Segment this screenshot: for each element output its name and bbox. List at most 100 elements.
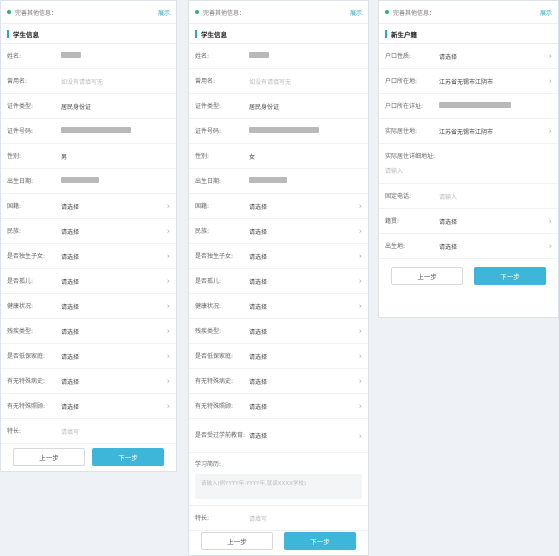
form-row[interactable]: 证件类型: 居民身份证	[189, 94, 368, 119]
form-row[interactable]: 性别: 女	[189, 144, 368, 169]
field-value[interactable]: 请选择	[61, 252, 79, 261]
form-row[interactable]: 是否独生子女: 请选择 ›	[189, 244, 368, 269]
field-value[interactable]: 女	[249, 152, 255, 161]
form-row[interactable]: 曾用名: 如没有请填写无	[189, 69, 368, 94]
field-label: 证件类型:	[195, 102, 222, 110]
expand-link[interactable]: 展示	[158, 8, 170, 17]
form-row[interactable]: 健康状况: 请选择 ›	[1, 294, 176, 319]
field-value[interactable]: 请选择	[61, 227, 79, 236]
section-accent-bar	[195, 29, 197, 38]
form-row[interactable]: 是否低保家庭: 请选择 ›	[1, 344, 176, 369]
field-value[interactable]: 请选择	[61, 202, 79, 211]
field-value[interactable]: 请选择	[249, 302, 267, 311]
form-row-special[interactable]: 特长: 请填写	[189, 506, 368, 531]
field-value[interactable]: 请选择	[61, 402, 79, 411]
form-row[interactable]: 实际居住地: 江苏省无锡市江阴市 ›	[379, 119, 558, 144]
form-row[interactable]: 性别: 男	[1, 144, 176, 169]
next-button[interactable]: 下一步	[474, 267, 546, 285]
field-value[interactable]	[249, 177, 287, 185]
redacted-value	[61, 127, 131, 133]
next-button[interactable]: 下一步	[284, 532, 356, 550]
field-value[interactable]: 请选择	[61, 302, 79, 311]
field-value[interactable]	[249, 127, 319, 135]
form-row[interactable]: 籍贯: 请选择 ›	[379, 209, 558, 234]
field-value[interactable]: 请选择	[439, 217, 457, 226]
field-value[interactable]: 男	[61, 152, 67, 161]
form-row[interactable]: 证件号码:	[1, 119, 176, 144]
field-value[interactable]	[249, 52, 269, 60]
form-row[interactable]: 有无特殊照顾: 请选择 ›	[1, 394, 176, 419]
field-value[interactable]: 请选择	[249, 252, 267, 261]
form-row-address[interactable]: 实际居住详细地址: 请输入	[379, 144, 558, 184]
prev-button[interactable]: 上一步	[13, 448, 85, 466]
form-row[interactable]: 是否受过学前教育: 请选择 ›	[189, 419, 368, 453]
field-value[interactable]	[61, 52, 81, 60]
field-value[interactable]: 如没有请填写无	[61, 77, 103, 86]
form-row[interactable]: 是否独生子女: 请选择 ›	[1, 244, 176, 269]
field-value[interactable]	[61, 177, 99, 185]
form-row[interactable]: 姓名:	[1, 44, 176, 69]
field-value[interactable]: 请填写	[249, 514, 267, 523]
form-row[interactable]: 出生地: 请选择 ›	[379, 234, 558, 259]
next-button[interactable]: 下一步	[92, 448, 164, 466]
field-label: 证件类型:	[7, 102, 34, 110]
field-value[interactable]: 请选择	[249, 227, 267, 236]
form-row[interactable]: 是否低保家庭: 请选择 ›	[189, 344, 368, 369]
field-value[interactable]: 请选择	[249, 327, 267, 336]
expand-link[interactable]: 展示	[350, 8, 362, 17]
field-value[interactable]: 江苏省无锡市江阴市	[439, 127, 493, 136]
field-list: 姓名: 曾用名: 如没有请填写无证件类型: 居民身份证证件号码: 性别: 女出生日期: 国籍…	[189, 44, 368, 453]
form-row[interactable]: 国籍: 请选择 ›	[1, 194, 176, 219]
field-value[interactable]: 居民身份证	[249, 102, 279, 111]
field-label: 残疾类型:	[7, 327, 34, 335]
expand-link[interactable]: 展示	[540, 8, 552, 17]
form-row[interactable]: 户口性质: 请选择 ›	[379, 44, 558, 69]
form-row[interactable]: 证件号码:	[189, 119, 368, 144]
form-row[interactable]: 户口所在详址:	[379, 94, 558, 119]
field-value[interactable]: 请选择	[61, 277, 79, 286]
field-value[interactable]: 请选择	[249, 402, 267, 411]
field-value[interactable]: 请选择	[439, 52, 457, 61]
form-row[interactable]: 民族: 请选择 ›	[189, 219, 368, 244]
form-row[interactable]: 特长: 请填写	[1, 419, 176, 444]
field-value[interactable]: 请选择	[249, 431, 267, 440]
field-value[interactable]	[61, 127, 131, 135]
prev-button[interactable]: 上一步	[201, 532, 273, 550]
field-value[interactable]: 请选择	[61, 377, 79, 386]
study-history-input[interactable]: 请输入(例YYYY年-YYYY年,就读XXXX学校)	[195, 474, 362, 499]
form-row[interactable]: 有无特殊病史: 请选择 ›	[1, 369, 176, 394]
form-row[interactable]: 有无特殊照顾: 请选择 ›	[189, 394, 368, 419]
form-row[interactable]: 是否孤儿: 请选择 ›	[1, 269, 176, 294]
field-value[interactable]: 请选择	[249, 277, 267, 286]
prev-button[interactable]: 上一步	[391, 267, 463, 285]
form-row[interactable]: 民族: 请选择 ›	[1, 219, 176, 244]
field-value[interactable]: 如没有请填写无	[249, 77, 291, 86]
form-row[interactable]: 户口所在地: 江苏省无锡市江阴市 ›	[379, 69, 558, 94]
form-row[interactable]: 出生日期:	[189, 169, 368, 194]
form-row[interactable]: 有无特殊病史: 请选择 ›	[189, 369, 368, 394]
field-value[interactable]: 请填写	[61, 427, 79, 436]
chevron-right-icon: ›	[358, 276, 362, 286]
address-input[interactable]: 请输入	[385, 166, 403, 175]
field-value[interactable]: 请选择	[249, 377, 267, 386]
form-row[interactable]: 残疾类型: 请选择 ›	[189, 319, 368, 344]
form-row[interactable]: 是否孤儿: 请选择 ›	[189, 269, 368, 294]
field-value[interactable]: 居民身份证	[61, 102, 91, 111]
field-value[interactable]: 请选择	[61, 327, 79, 336]
field-value[interactable]	[439, 102, 511, 110]
field-value[interactable]: 请输入	[439, 192, 457, 201]
form-row[interactable]: 证件类型: 居民身份证	[1, 94, 176, 119]
form-row[interactable]: 曾用名: 如没有请填写无	[1, 69, 176, 94]
field-value[interactable]: 请选择	[61, 352, 79, 361]
form-row[interactable]: 出生日期:	[1, 169, 176, 194]
form-row[interactable]: 国籍: 请选择 ›	[189, 194, 368, 219]
form-row[interactable]: 姓名:	[189, 44, 368, 69]
field-value[interactable]: 江苏省无锡市江阴市	[439, 77, 493, 86]
chevron-right-icon: ›	[358, 326, 362, 336]
form-row[interactable]: 残疾类型: 请选择 ›	[1, 319, 176, 344]
form-row[interactable]: 固定电话: 请输入	[379, 184, 558, 209]
field-value[interactable]: 请选择	[439, 242, 457, 251]
form-row[interactable]: 健康状况: 请选择 ›	[189, 294, 368, 319]
field-value[interactable]: 请选择	[249, 352, 267, 361]
field-value[interactable]: 请选择	[249, 202, 267, 211]
